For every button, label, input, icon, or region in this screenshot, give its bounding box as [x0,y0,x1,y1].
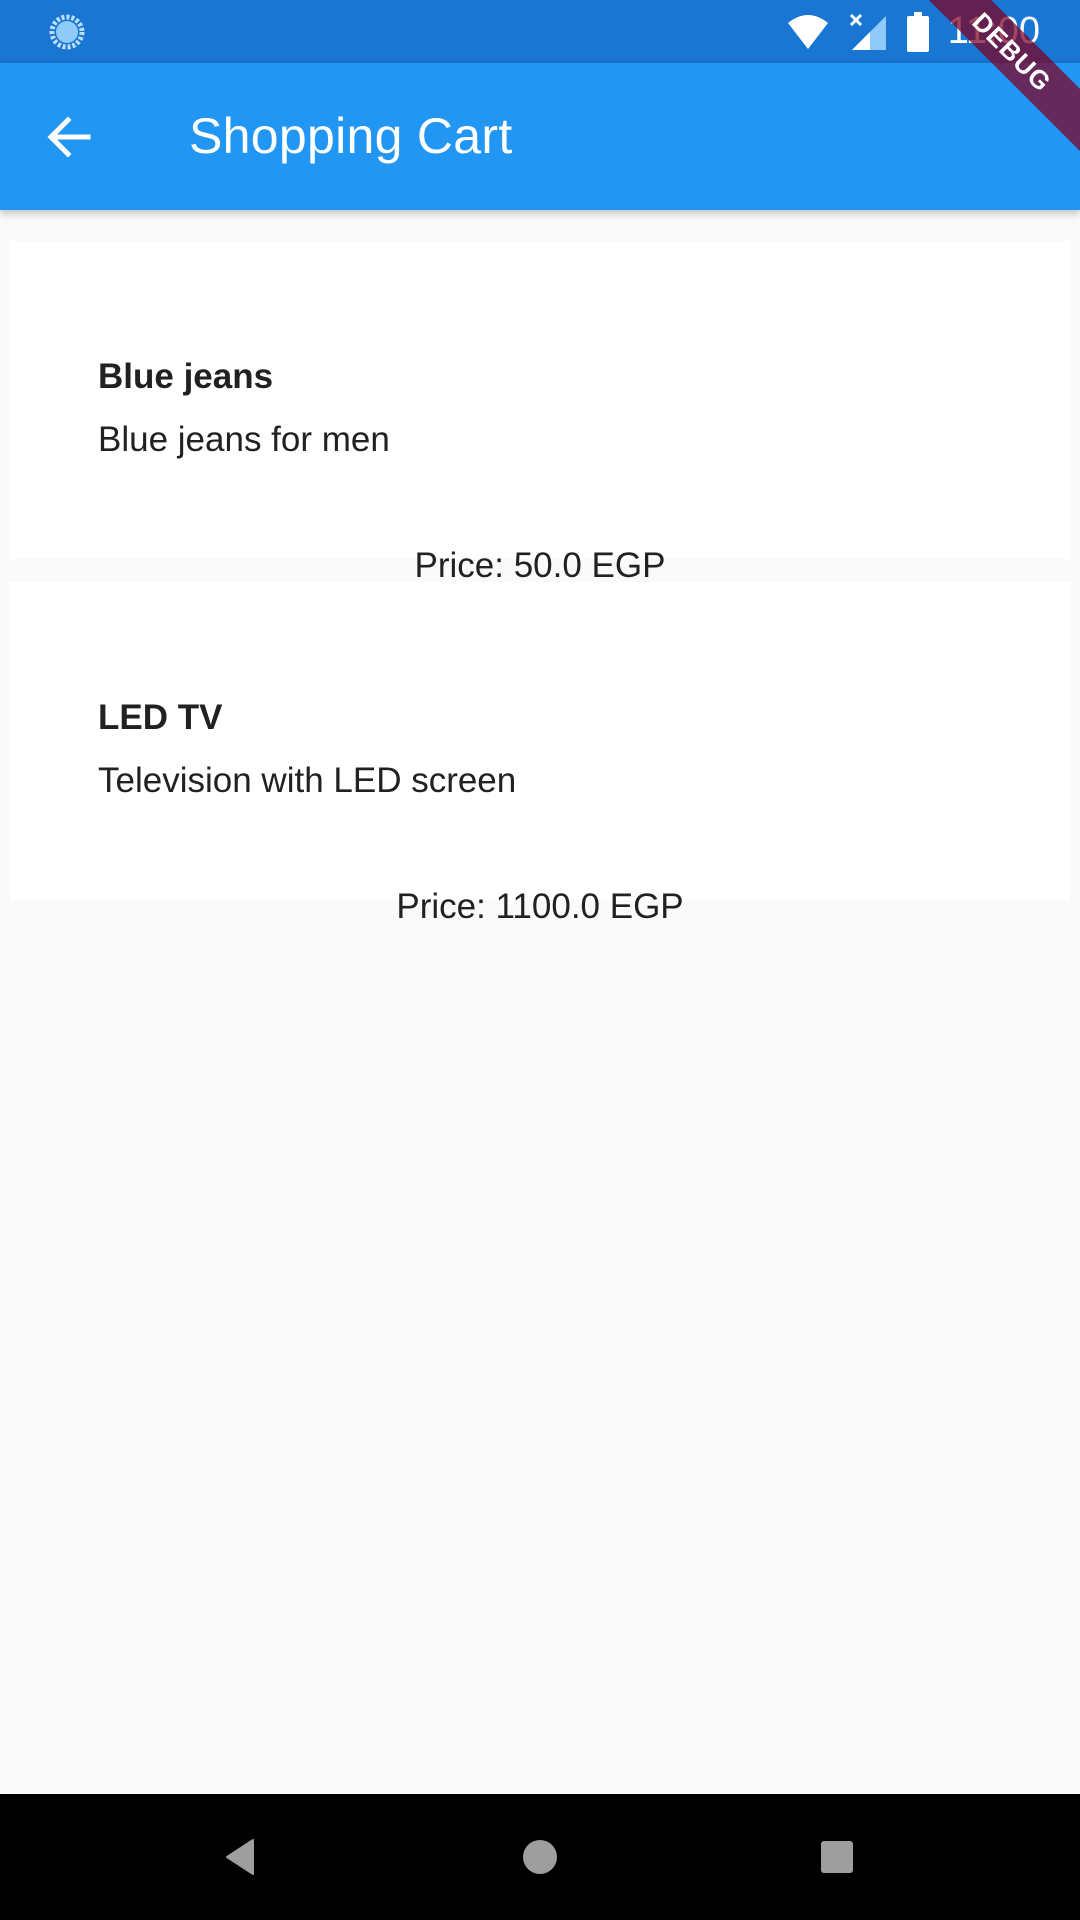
item-description: Television with LED screen [98,761,517,800]
cart-item-card[interactable]: LED TV Television with LED screen Price:… [10,582,1070,926]
sync-icon [49,14,85,50]
item-price: Price: 50.0 EGP [414,546,666,585]
back-button[interactable] [34,102,104,172]
item-price: Price: 1100.0 EGP [396,887,684,926]
app-bar: Shopping Cart [0,63,1080,210]
nav-back-button[interactable] [211,1827,271,1887]
back-triangle-icon [226,1839,254,1875]
home-circle-icon [523,1840,557,1874]
arrow-back-icon [47,116,91,158]
item-name: LED TV [98,698,223,737]
navigation-bar [0,1794,1080,1920]
wifi-icon [787,14,828,49]
battery-icon [906,11,929,52]
item-description: Blue jeans for men [98,420,390,459]
cart-item-card[interactable]: Blue jeans Blue jeans for men Price: 50.… [10,241,1070,585]
nav-recents-button[interactable] [807,1827,867,1887]
nav-home-button[interactable] [510,1827,570,1887]
status-bar: 11:00 [0,0,1080,63]
signal-icon [849,13,886,50]
item-name: Blue jeans [98,357,274,396]
page-title: Shopping Cart [189,108,513,164]
recents-square-icon [821,1841,853,1873]
